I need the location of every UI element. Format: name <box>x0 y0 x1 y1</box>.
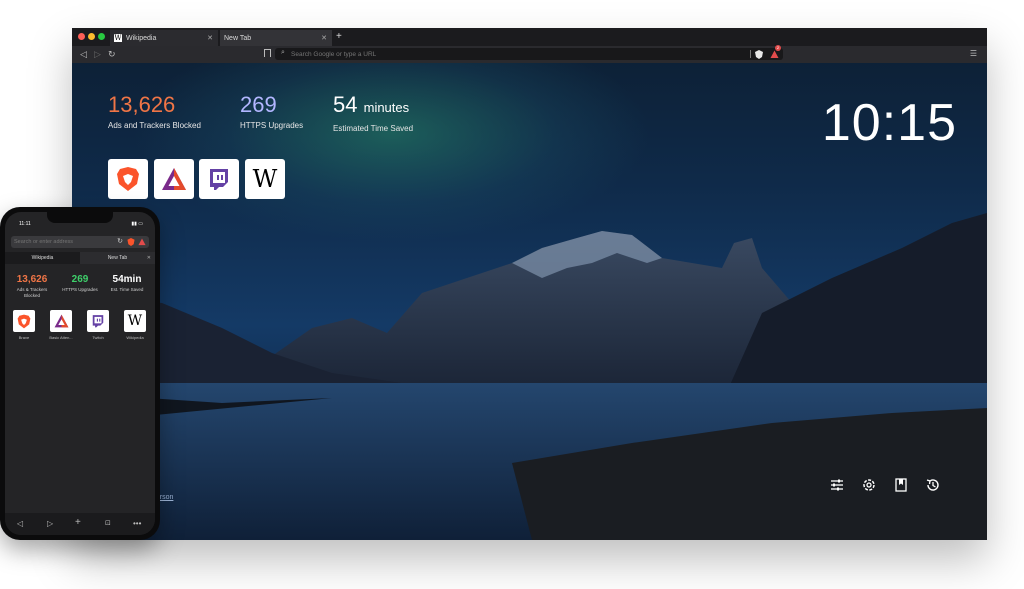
battery-icon: ▮▮ ▭ <box>131 221 143 227</box>
new-tab-icon[interactable]: + <box>75 517 81 528</box>
mobile-top-site-twitch[interactable] <box>87 310 109 332</box>
mobile-top-site-wikipedia[interactable]: W <box>124 310 146 332</box>
tab-strip: W Wikipedia ✕ New Tab ✕ + <box>72 28 987 46</box>
mobile-url-input[interactable] <box>14 237 104 247</box>
settings-icon[interactable] <box>861 477 877 493</box>
stat-https-upgrades: 269 HTTPS Upgrades <box>240 92 304 131</box>
brave-icon <box>17 314 31 328</box>
twitch-icon <box>210 169 228 190</box>
history-icon[interactable] <box>925 477 941 493</box>
close-window-button[interactable] <box>78 33 85 40</box>
back-icon[interactable]: ◁ <box>80 49 87 60</box>
back-icon[interactable]: ◁ <box>17 519 23 528</box>
stat-value: 269 <box>240 92 277 117</box>
navigation-toolbar: ◁ ▷ ↻ ⌕ 2 ☰ <box>72 45 987 63</box>
twitch-icon <box>92 315 104 328</box>
status-time: 11:11 <box>19 221 31 227</box>
mobile-stat-time-saved: 54min Est. Time Saved <box>104 274 150 293</box>
customize-icon[interactable] <box>829 477 845 493</box>
new-tab-button[interactable]: + <box>336 31 342 43</box>
reload-icon[interactable]: ↻ <box>108 49 116 60</box>
stat-caption: HTTPS Upgrades <box>62 287 98 292</box>
mobile-phone: 11:11 ▮▮ ▭ ↻ Wikipedia New Tab ✕ 13,626 … <box>0 207 160 540</box>
bat-icon <box>54 314 68 328</box>
rewards-badge: 2 <box>775 45 781 51</box>
stat-value-row: 54 minutes <box>333 93 413 120</box>
stat-caption: Ads and Trackers Blocked <box>108 121 201 130</box>
top-site-twitch[interactable] <box>199 159 239 199</box>
mobile-tab-wikipedia[interactable]: Wikipedia <box>5 252 80 264</box>
clock: 10:15 <box>821 94 957 152</box>
tile-label: Wikipedia <box>126 335 144 340</box>
tab-new-tab[interactable]: New Tab ✕ <box>220 30 332 46</box>
tile-label: Twitch <box>92 335 104 340</box>
url-input[interactable] <box>291 49 731 59</box>
wikipedia-icon: W <box>127 313 143 329</box>
tile-label: Brave <box>18 335 30 340</box>
top-site-bat[interactable] <box>154 159 194 199</box>
mobile-bottom-toolbar: ◁ ▷ + ⊡ ••• <box>5 513 155 535</box>
tile-label: Basic Atten... <box>49 335 73 340</box>
mobile-screen: 11:11 ▮▮ ▭ ↻ Wikipedia New Tab ✕ 13,626 … <box>5 212 155 535</box>
tab-label: New Tab <box>107 255 128 261</box>
tab-label: New Tab <box>224 34 252 42</box>
brave-icon <box>117 167 139 191</box>
close-tab-icon[interactable]: ✕ <box>207 34 213 42</box>
tab-label: Wikipedia <box>126 34 157 42</box>
bookmarks-icon[interactable] <box>893 477 909 493</box>
stat-caption: HTTPS Upgrades <box>240 121 304 130</box>
more-icon[interactable]: ••• <box>133 519 141 528</box>
forward-icon[interactable]: ▷ <box>47 519 53 528</box>
stat-ads-blocked: 13,626 Ads and Trackers Blocked <box>108 92 201 131</box>
close-tab-icon[interactable]: ✕ <box>147 255 151 261</box>
phone-notch <box>47 212 113 223</box>
mobile-top-site-brave[interactable] <box>13 310 35 332</box>
stat-value: 13,626 <box>108 92 176 117</box>
mobile-top-site-bat[interactable] <box>50 310 72 332</box>
forward-icon[interactable]: ▷ <box>94 49 101 60</box>
desktop-browser-window: W Wikipedia ✕ New Tab ✕ + ◁ ▷ ↻ ⌕ 2 ☰ <box>72 28 987 540</box>
mobile-tab-strip: Wikipedia New Tab ✕ <box>5 252 155 264</box>
tab-label: Wikipedia <box>31 255 54 261</box>
wikipedia-favicon-icon: W <box>114 34 122 42</box>
top-site-brave[interactable] <box>108 159 148 199</box>
stat-value: 13,626 <box>16 274 48 285</box>
wikipedia-icon: W <box>252 165 278 193</box>
mobile-tab-new-tab[interactable]: New Tab ✕ <box>80 252 155 264</box>
stat-caption: Ads & Trackers Blocked <box>16 287 48 298</box>
bookmark-icon[interactable] <box>264 49 271 57</box>
mobile-stat-https-upgrades: 269 HTTPS Upgrades <box>57 274 103 293</box>
address-bar[interactable]: ⌕ 2 <box>275 45 783 60</box>
stat-caption: Estimated Time Saved <box>333 124 414 133</box>
mobile-address-bar[interactable]: ↻ <box>11 236 149 248</box>
reload-icon[interactable]: ↻ <box>117 237 123 245</box>
mobile-stat-ads-blocked: 13,626 Ads & Trackers Blocked <box>9 274 55 298</box>
brave-rewards-icon[interactable] <box>770 50 779 59</box>
minimize-window-button[interactable] <box>88 33 95 40</box>
tab-wikipedia[interactable]: W Wikipedia ✕ <box>110 30 218 46</box>
stat-value: 54 <box>333 92 358 117</box>
stat-unit: minutes <box>363 100 410 115</box>
stat-caption: Est. Time Saved <box>110 287 144 292</box>
close-tab-icon[interactable]: ✕ <box>321 34 327 42</box>
brave-rewards-icon[interactable] <box>138 238 146 246</box>
bat-icon <box>162 168 186 190</box>
maximize-window-button[interactable] <box>98 33 105 40</box>
brave-shields-icon[interactable] <box>127 238 135 246</box>
search-icon: ⌕ <box>281 49 285 56</box>
url-divider <box>750 50 751 58</box>
stat-time-saved: 54 minutes Estimated Time Saved <box>333 93 414 134</box>
stat-value: 269 <box>71 274 89 285</box>
tabs-icon[interactable]: ⊡ <box>105 519 111 527</box>
top-site-wikipedia[interactable]: W <box>245 159 285 199</box>
stat-value: 54min <box>112 274 142 285</box>
menu-icon[interactable]: ☰ <box>970 49 977 58</box>
brave-shields-icon[interactable] <box>755 50 763 59</box>
new-tab-page: 13,626 Ads and Trackers Blocked 269 HTTP… <box>72 63 987 540</box>
